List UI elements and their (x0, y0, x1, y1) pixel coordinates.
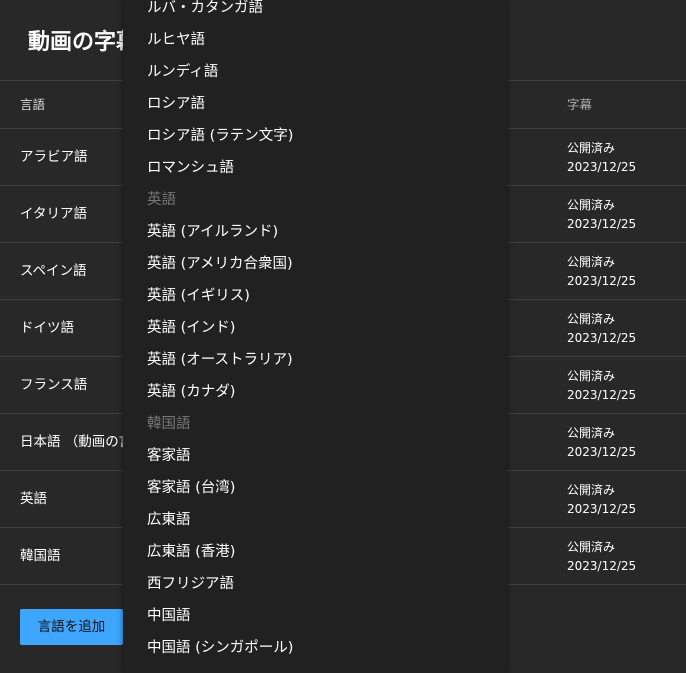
dropdown-item[interactable]: 中国語 (シンガポール) (147, 632, 293, 664)
row-language-label: 英語 (20, 491, 47, 507)
dropdown-item-disabled: 韓国語 (147, 416, 191, 432)
dropdown-item[interactable]: 客家語 (台湾) (147, 472, 235, 504)
row-subtitle-date: 2023/12/25 (567, 502, 637, 516)
dropdown-item[interactable]: ルバ・カタンガ語 (147, 0, 263, 24)
dropdown-item[interactable]: ロシア語 (ラテン文字) (147, 120, 293, 152)
dropdown-item[interactable]: ルンディ語 (147, 56, 218, 88)
dropdown-item[interactable]: 英語 (カナダ) (147, 376, 235, 408)
dropdown-item[interactable]: 英語 (アメリカ合衆国) (147, 248, 293, 280)
add-language-button[interactable]: 言語を追加 (20, 609, 123, 645)
row-language-label: ドイツ語 (20, 320, 74, 336)
row-subtitle-status: 公開済み (567, 141, 616, 155)
dropdown-item[interactable]: 中国語 (147, 600, 191, 632)
dropdown-item[interactable]: 英語 (インド) (147, 312, 235, 344)
dropdown-item[interactable]: 西フリジア語 (147, 568, 234, 600)
row-language-label: アラビア語 (20, 149, 88, 165)
row-subtitle-status: 公開済み (567, 483, 616, 497)
row-subtitle-date: 2023/12/25 (567, 445, 637, 459)
dropdown-item[interactable]: 広東語 (香港) (147, 536, 235, 568)
row-subtitle-status: 公開済み (567, 426, 616, 440)
row-subtitle-date: 2023/12/25 (567, 217, 637, 231)
dropdown-item[interactable]: 広東語 (147, 504, 191, 536)
dropdown-item[interactable]: ロマンシュ語 (147, 152, 234, 184)
dropdown-item-disabled: 英語 (147, 192, 176, 208)
row-subtitle-status: 公開済み (567, 255, 616, 269)
row-subtitle-date: 2023/12/25 (567, 160, 637, 174)
row-subtitle-status: 公開済み (567, 312, 616, 326)
row-subtitle-date: 2023/12/25 (567, 559, 637, 573)
dropdown-item[interactable]: ロシア語 (147, 88, 205, 120)
row-subtitle-status: 公開済み (567, 198, 616, 212)
page-title: 動画の字幕 (28, 30, 139, 55)
row-language-label: フランス語 (20, 377, 88, 393)
row-subtitle-date: 2023/12/25 (567, 331, 637, 345)
row-subtitle-date: 2023/12/25 (567, 274, 637, 288)
language-dropdown-menu[interactable]: ルバ・カタンガ語 ルヒヤ語 ルンディ語 ロシア語 ロシア語 (ラテン文字) ロマンシュ語英… (123, 0, 507, 673)
dropdown-item[interactable]: 英語 (イギリス) (147, 280, 250, 312)
column-header-language[interactable]: 言語 (20, 94, 45, 113)
row-subtitle-date: 2023/12/25 (567, 388, 637, 402)
dropdown-item[interactable]: 英語 (オーストラリア) (147, 344, 293, 376)
dropdown-item[interactable]: ルヒヤ語 (147, 24, 205, 56)
row-language-label: イタリア語 (20, 206, 87, 222)
column-header-subtitles[interactable]: 字幕 (567, 94, 592, 113)
row-subtitle-status: 公開済み (567, 369, 616, 383)
subtitles-page: 動画の字幕 言語 字幕 アラビア語 公開済み 2023/12/25 イタリア語 公開済み… (0, 0, 686, 673)
dropdown-item[interactable]: 客家語 (147, 440, 191, 472)
dropdown-item[interactable]: 英語 (アイルランド) (147, 216, 278, 248)
row-language-label: 韓国語 (20, 548, 61, 564)
row-subtitle-status: 公開済み (567, 540, 616, 554)
row-language-label: スペイン語 (20, 263, 87, 279)
